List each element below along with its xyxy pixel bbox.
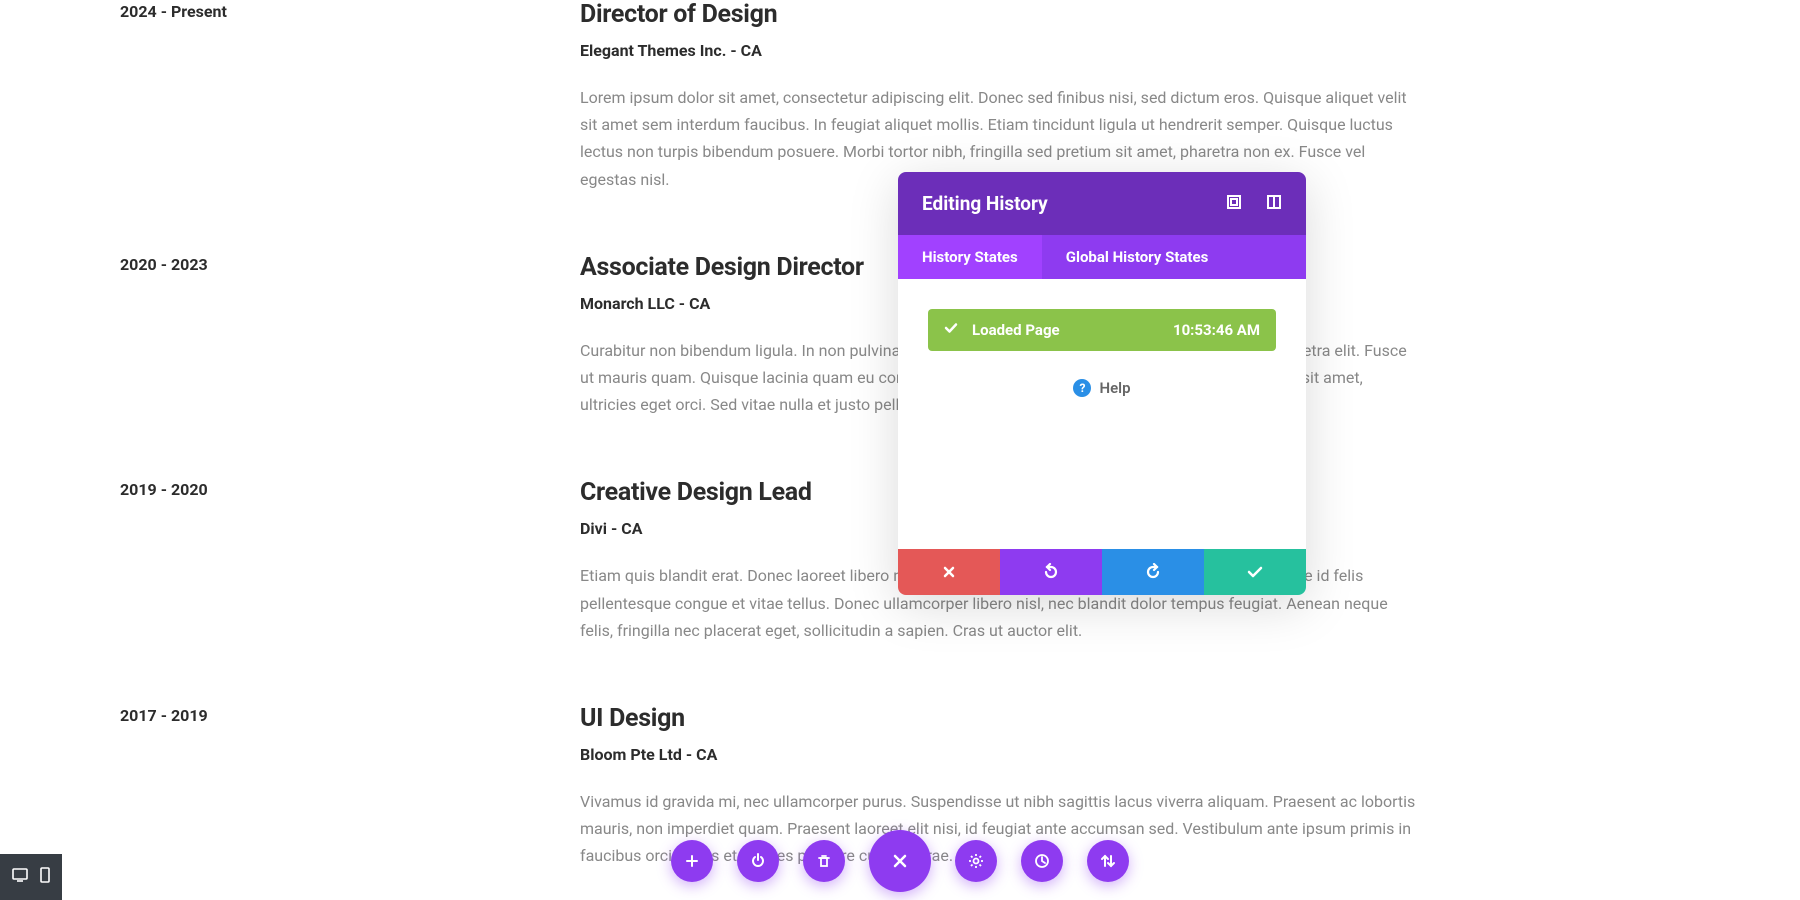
tab-global-history-states[interactable]: Global History States — [1042, 235, 1233, 279]
add-button[interactable] — [671, 840, 713, 882]
entry-company: Bloom Pte Ltd - CA — [580, 745, 1420, 764]
entry-date: 2024 - Present — [120, 2, 580, 21]
help-icon: ? — [1073, 379, 1091, 397]
panel-body: Loaded Page 10:53:46 AM ? Help — [898, 279, 1306, 549]
tab-history-states[interactable]: History States — [898, 235, 1042, 279]
entry-title: Director of Design — [580, 0, 1420, 29]
trash-button[interactable] — [803, 840, 845, 882]
redo-button[interactable] — [1102, 549, 1204, 595]
discard-button[interactable] — [898, 549, 1000, 595]
viewport-switcher — [0, 854, 62, 900]
history-item-label: Loaded Page — [972, 321, 1060, 339]
history-item-time: 10:53:46 AM — [1173, 321, 1260, 339]
save-button[interactable] — [1204, 549, 1306, 595]
entry-title: UI Design — [580, 704, 1420, 733]
panel-header[interactable]: Editing History — [898, 172, 1306, 235]
panel-footer — [898, 549, 1306, 595]
close-builder-button[interactable] — [869, 830, 931, 892]
power-button[interactable] — [737, 840, 779, 882]
panel-title: Editing History — [922, 192, 1048, 215]
desktop-view-icon[interactable] — [11, 866, 29, 888]
expand-icon[interactable] — [1226, 194, 1242, 214]
portability-button[interactable] — [1087, 840, 1129, 882]
help-text: Help — [1099, 379, 1130, 397]
entry-date: 2020 - 2023 — [120, 255, 580, 274]
entry-date: 2019 - 2020 — [120, 480, 580, 499]
snap-icon[interactable] — [1266, 194, 1282, 214]
help-link[interactable]: ? Help — [928, 379, 1276, 397]
entry-company: Elegant Themes Inc. - CA — [580, 41, 1420, 60]
history-button[interactable] — [1021, 840, 1063, 882]
builder-toolbar — [671, 830, 1129, 892]
panel-tabs: History States Global History States — [898, 235, 1306, 279]
mobile-view-icon[interactable] — [38, 866, 52, 888]
settings-button[interactable] — [955, 840, 997, 882]
undo-button[interactable] — [1000, 549, 1102, 595]
editing-history-panel: Editing History History States Global Hi… — [898, 172, 1306, 595]
entry-date: 2017 - 2019 — [120, 706, 580, 725]
check-icon — [944, 321, 958, 339]
history-item-loaded-page[interactable]: Loaded Page 10:53:46 AM — [928, 309, 1276, 351]
resume-entry: 2024 - PresentDirector of Design Elegant … — [120, 0, 1680, 193]
